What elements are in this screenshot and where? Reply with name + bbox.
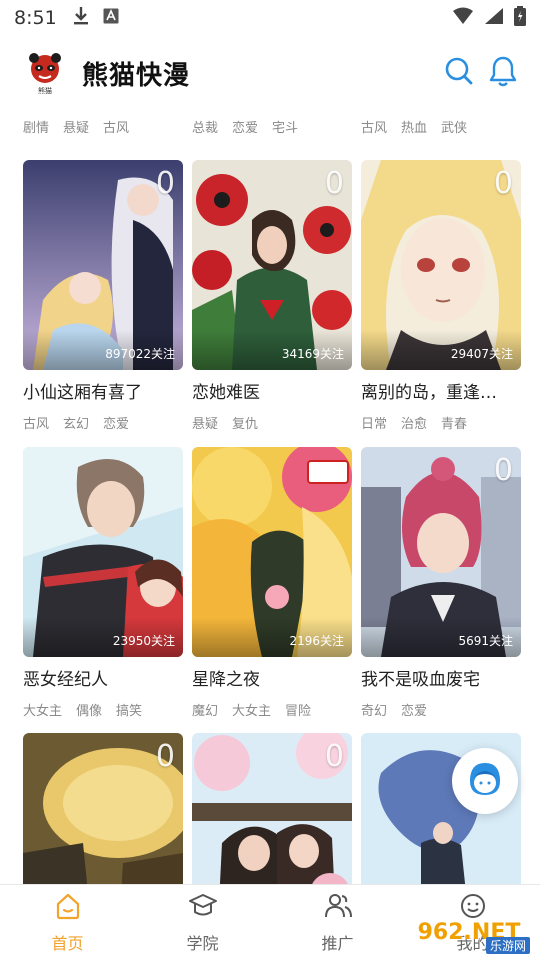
comic-title[interactable]: 小仙这厢有喜了 bbox=[23, 378, 183, 403]
tag: 大女主 bbox=[232, 704, 272, 719]
partial-row: 剧情 悬疑 古风 总裁 恋爱 宅斗 古风 热血 武侠 bbox=[0, 110, 540, 136]
tag: 古风 bbox=[23, 417, 50, 432]
comic-title[interactable]: 离别的岛，重逢… bbox=[361, 378, 521, 403]
comic-title[interactable]: 恶女经纪人 bbox=[23, 665, 183, 690]
battery-icon bbox=[514, 6, 526, 30]
nav-label: 首页 bbox=[51, 933, 84, 953]
comic-card[interactable]: 0 5691关注 我不是吸血废宅 奇幻 恋爱 bbox=[361, 447, 521, 719]
tag: 恋爱 bbox=[103, 417, 130, 432]
update-badge: 0 bbox=[493, 166, 513, 201]
tag: 复仇 bbox=[232, 417, 259, 432]
update-badge: 0 bbox=[155, 166, 175, 201]
tag-list: 总裁 恋爱 宅斗 bbox=[192, 117, 298, 136]
status-time: 8:51 bbox=[14, 7, 57, 29]
tag: 恋爱 bbox=[401, 704, 428, 719]
follow-count: 897022关注 bbox=[105, 347, 175, 361]
tag-list: 日常 治愈 青春 bbox=[361, 413, 521, 432]
nav-label: 学院 bbox=[186, 933, 219, 953]
home-icon bbox=[54, 892, 82, 924]
comic-title[interactable]: 恋她难医 bbox=[192, 378, 352, 403]
comic-title[interactable]: 我不是吸血废宅 bbox=[361, 665, 521, 690]
comic-cover[interactable]: 0 897022关注 bbox=[23, 160, 183, 370]
comic-cover[interactable]: 0 34169关注 bbox=[192, 160, 352, 370]
tag-list: 剧情 悬疑 古风 bbox=[23, 117, 129, 136]
comic-card[interactable]: 0 34169关注 恋她难医 悬疑 复仇 bbox=[192, 160, 352, 432]
follow-count: 23950关注 bbox=[112, 634, 175, 648]
tag: 剧情 bbox=[23, 121, 50, 136]
tag-list: 悬疑 复仇 bbox=[192, 413, 352, 432]
service-avatar-icon bbox=[463, 757, 507, 805]
app-title: 熊猫快漫 bbox=[82, 60, 191, 91]
comic-card[interactable]: 0 bbox=[192, 733, 352, 884]
follow-count: 5691关注 bbox=[458, 634, 513, 648]
comic-cover[interactable]: 0 29407关注 bbox=[361, 160, 521, 370]
graduation-cap-icon bbox=[188, 892, 218, 924]
comic-cover[interactable]: 0 5691关注 bbox=[361, 447, 521, 657]
tag: 治愈 bbox=[401, 417, 428, 432]
follow-count: 2196关注 bbox=[289, 634, 344, 648]
nav-promote[interactable]: 推广 bbox=[270, 885, 405, 960]
comic-cover[interactable]: 2196关注 bbox=[192, 447, 352, 657]
tag: 古风 bbox=[361, 121, 388, 136]
tag: 偶像 bbox=[76, 704, 103, 719]
tag: 玄幻 bbox=[63, 417, 90, 432]
status-bar: 8:51 bbox=[0, 0, 540, 36]
text-a-icon bbox=[103, 8, 119, 28]
tag: 恋爱 bbox=[232, 121, 259, 136]
comic-card[interactable]: 0 29407关注 离别的岛，重逢… 日常 治愈 青春 bbox=[361, 160, 521, 432]
tag: 日常 bbox=[361, 417, 388, 432]
svg-text:熊猫: 熊猫 bbox=[38, 86, 52, 95]
tag: 宅斗 bbox=[272, 121, 299, 136]
update-badge: 0 bbox=[324, 166, 344, 201]
nav-label: 推广 bbox=[321, 933, 354, 953]
tag-list: 奇幻 恋爱 bbox=[361, 700, 521, 719]
comic-cover[interactable]: 23950关注 bbox=[23, 447, 183, 657]
tag: 热血 bbox=[401, 121, 428, 136]
tag: 搞笑 bbox=[116, 704, 143, 719]
users-icon bbox=[323, 892, 353, 924]
comic-cover[interactable]: 0 bbox=[23, 733, 183, 884]
comic-title[interactable]: 星降之夜 bbox=[192, 665, 352, 690]
tag: 悬疑 bbox=[192, 417, 219, 432]
update-badge: 0 bbox=[155, 739, 175, 774]
update-badge: 0 bbox=[493, 453, 513, 488]
tag: 冒险 bbox=[285, 704, 312, 719]
bell-icon[interactable] bbox=[488, 55, 518, 91]
app-logo: 熊猫 bbox=[22, 50, 68, 96]
comic-card[interactable]: 0 bbox=[23, 733, 183, 884]
download-icon bbox=[73, 6, 89, 30]
tag-list: 大女主 偶像 搞笑 bbox=[23, 700, 183, 719]
follow-count: 34169关注 bbox=[281, 347, 344, 361]
tag: 古风 bbox=[103, 121, 130, 136]
tag-list: 古风 玄幻 恋爱 bbox=[23, 413, 183, 432]
follow-count: 29407关注 bbox=[450, 347, 513, 361]
signal-icon bbox=[484, 7, 504, 29]
comic-cover[interactable]: 0 bbox=[192, 733, 352, 884]
tag: 大女主 bbox=[23, 704, 63, 719]
app-page: 8:51 熊猫 熊猫快漫 剧情 悬疑 古风 总裁 恋爱 宅斗 古风 热血 武侠 … bbox=[0, 0, 540, 960]
tag: 青春 bbox=[441, 417, 468, 432]
app-header: 熊猫 熊猫快漫 bbox=[0, 36, 540, 110]
comic-card[interactable]: 2196关注 星降之夜 魔幻 大女主 冒险 bbox=[192, 447, 352, 719]
tag: 奇幻 bbox=[361, 704, 388, 719]
tag: 魔幻 bbox=[192, 704, 219, 719]
watermark-sub: 乐游网 bbox=[485, 937, 530, 954]
tag: 武侠 bbox=[441, 121, 468, 136]
tag-list: 魔幻 大女主 冒险 bbox=[192, 700, 352, 719]
nav-home[interactable]: 首页 bbox=[0, 885, 135, 960]
watermark: 962.NET 乐游网 bbox=[402, 908, 536, 956]
comic-card[interactable]: 23950关注 恶女经纪人 大女主 偶像 搞笑 bbox=[23, 447, 183, 719]
update-badge: 0 bbox=[324, 739, 344, 774]
tag-list: 古风 热血 武侠 bbox=[361, 117, 467, 136]
tag: 总裁 bbox=[192, 121, 219, 136]
nav-academy[interactable]: 学院 bbox=[135, 885, 270, 960]
tag: 悬疑 bbox=[63, 121, 90, 136]
wifi-icon bbox=[452, 7, 474, 29]
search-icon[interactable] bbox=[444, 56, 474, 90]
customer-service-button[interactable] bbox=[452, 748, 518, 814]
comic-card[interactable]: 0 897022关注 小仙这厢有喜了 古风 玄幻 恋爱 bbox=[23, 160, 183, 432]
